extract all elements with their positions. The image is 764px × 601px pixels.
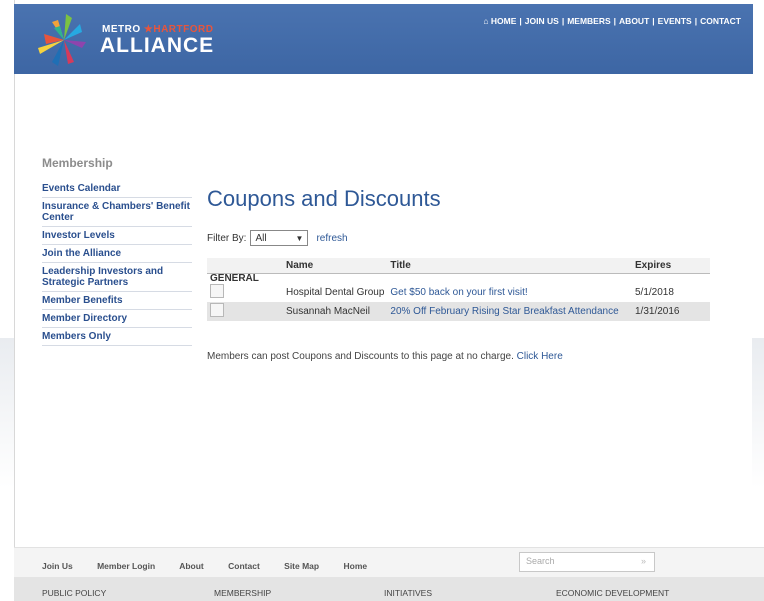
table-header-expires: Expires (632, 258, 710, 274)
page-side-shade-left (0, 338, 14, 488)
table-cell-name: Susannah MacNeil (283, 302, 388, 321)
page-side-shade-right (752, 338, 764, 488)
table-cell-expires: 5/1/2018 (635, 287, 674, 298)
broken-image-icon (210, 284, 224, 298)
footer-section-public-policy[interactable]: PUBLIC POLICY (42, 588, 106, 598)
table-row[interactable]: Hospital Dental Group Get $50 back on yo… (207, 283, 710, 302)
home-icon: ⌂ (483, 16, 491, 26)
footer-section-initiatives[interactable]: INITIATIVES (384, 588, 432, 598)
post-coupons-note: Members can post Coupons and Discounts t… (207, 351, 712, 362)
dropdown-arrow-icon: ▼ (295, 233, 304, 243)
coupon-title-link[interactable]: Get $50 back on your first visit! (390, 287, 527, 298)
footer-link-join-us[interactable]: Join Us (42, 561, 73, 571)
sidebar-item-insurance-benefit-center[interactable]: Insurance & Chambers' Benefit Center (42, 198, 192, 227)
top-navigation: ⌂ HOME | JOIN US | MEMBERS | ABOUT | EVENTS | CONT… (483, 16, 741, 26)
sidebar-item-member-benefits[interactable]: Member Benefits (42, 292, 192, 310)
refresh-link[interactable]: refresh (316, 233, 347, 244)
note-text: Members can post Coupons and Discounts t… (207, 351, 514, 362)
footer-sections: PUBLIC POLICY MEMBERSHIP INITIATIVES ECO… (14, 577, 764, 601)
membership-sidebar: Membership Events Calendar Insurance & C… (42, 156, 192, 346)
table-header-name: Name (283, 258, 388, 274)
logo-burst-icon (38, 14, 86, 66)
coupon-title-link[interactable]: 20% Off February Rising Star Breakfast A… (390, 306, 618, 317)
search-placeholder: Search (526, 556, 555, 566)
sidebar-item-investor-levels[interactable]: Investor Levels (42, 227, 192, 245)
nav-join-us[interactable]: JOIN US (525, 16, 559, 26)
sidebar-item-leadership-investors[interactable]: Leadership Investors and Strategic Partn… (42, 263, 192, 292)
footer-bar: Join Us Member Login About Contact Site … (14, 547, 764, 578)
table-header-row: Name Title Expires (207, 258, 710, 274)
footer-link-contact[interactable]: Contact (228, 561, 260, 571)
nav-members[interactable]: MEMBERS (567, 16, 610, 26)
logo-main-text: ALLIANCE (100, 34, 215, 57)
table-cell-expires: 1/31/2016 (632, 302, 710, 321)
filter-label: Filter By: (207, 232, 247, 244)
footer-section-economic-development[interactable]: ECONOMIC DEVELOPMENT (556, 588, 669, 598)
alliance-logo[interactable]: METRO ★HARTFORD ALLIANCE (34, 10, 214, 70)
filter-select[interactable]: All ▼ (250, 230, 309, 246)
sidebar-item-events-calendar[interactable]: Events Calendar (42, 180, 192, 198)
sidebar-item-join-the-alliance[interactable]: Join the Alliance (42, 245, 192, 263)
footer-link-member-login[interactable]: Member Login (97, 561, 155, 571)
table-cell-thumb (207, 283, 283, 302)
sidebar-item-members-only[interactable]: Members Only (42, 328, 192, 346)
site-header: METRO ★HARTFORD ALLIANCE ⌂ HOME | JOIN US |… (14, 4, 753, 74)
filter-row: Filter By: All ▼ refresh (207, 230, 712, 246)
table-header-title: Title (387, 258, 632, 274)
footer-section-membership[interactable]: MEMBERSHIP (214, 588, 271, 598)
filter-selected-value: All (255, 232, 267, 244)
broken-image-icon (210, 303, 224, 317)
sidebar-title: Membership (42, 156, 113, 170)
nav-contact[interactable]: CONTACT (700, 16, 741, 26)
main-content: Coupons and Discounts Filter By: All ▼ r… (207, 186, 712, 362)
table-header-thumb (207, 258, 283, 274)
page-title: Coupons and Discounts (207, 186, 441, 211)
footer-link-about[interactable]: About (179, 561, 204, 571)
nav-about[interactable]: ABOUT (619, 16, 649, 26)
search-submit-icon[interactable]: » (641, 556, 646, 566)
table-group-row: GENERAL (207, 274, 710, 284)
footer-link-home[interactable]: Home (343, 561, 367, 571)
table-cell-thumb (207, 302, 283, 321)
sidebar-item-member-directory[interactable]: Member Directory (42, 310, 192, 328)
table-cell-name: Hospital Dental Group (286, 287, 385, 298)
footer-search-input[interactable]: Search » (519, 552, 655, 572)
footer-links: Join Us Member Login About Contact Site … (42, 561, 389, 571)
group-label-general: GENERAL (210, 273, 259, 284)
footer-link-site-map[interactable]: Site Map (284, 561, 319, 571)
table-row[interactable]: Susannah MacNeil 20% Off February Rising… (207, 302, 710, 321)
nav-events[interactable]: EVENTS (658, 16, 692, 26)
click-here-link[interactable]: Click Here (517, 351, 563, 362)
coupons-table: Name Title Expires GENERAL Hospital Dent… (207, 258, 710, 321)
nav-home[interactable]: HOME (491, 16, 517, 26)
